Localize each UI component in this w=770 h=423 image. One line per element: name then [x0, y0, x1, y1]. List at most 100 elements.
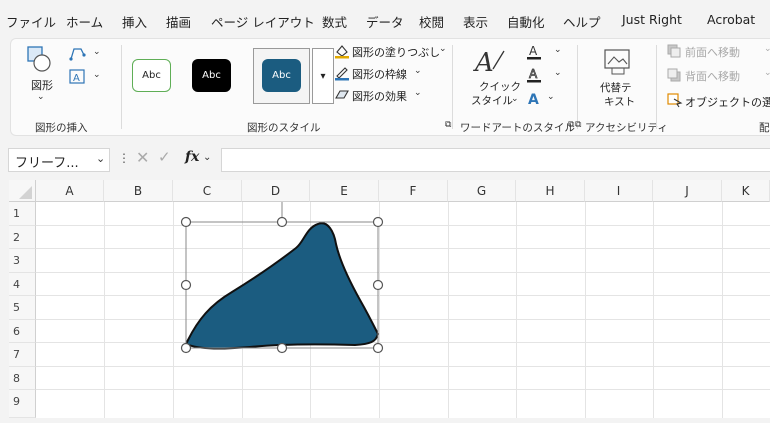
insert-function-button[interactable]: fx — [185, 149, 199, 165]
alt-text-label-2[interactable]: キスト — [604, 94, 635, 109]
column-header-k[interactable]: K — [722, 180, 770, 202]
column-header-f[interactable]: F — [379, 180, 448, 202]
chevron-down-icon[interactable]: ⌄ — [764, 68, 770, 78]
quick-styles-icon[interactable]: A — [473, 45, 507, 75]
chevron-down-icon[interactable]: ⌄ — [547, 92, 555, 102]
formula-input[interactable] — [221, 148, 770, 172]
name-box[interactable]: フリーフ... — [8, 148, 110, 172]
resize-handle-top-right[interactable] — [372, 216, 384, 228]
column-header-a[interactable]: A — [36, 180, 104, 202]
column-header-g[interactable]: G — [448, 180, 516, 202]
quick-styles-label-2[interactable]: スタイル — [471, 93, 513, 108]
text-outline-icon[interactable]: A — [526, 66, 542, 84]
shape-styles-group-label: 図形のスタイル — [247, 122, 321, 134]
dialog-launcher-icon[interactable]: ⧉ — [575, 120, 581, 130]
enter-icon[interactable]: ✓ — [158, 148, 171, 166]
column-header-e[interactable]: E — [310, 180, 379, 202]
cancel-icon[interactable]: ✕ — [136, 148, 149, 167]
tab-home[interactable]: ホーム — [66, 12, 103, 31]
text-effects-icon[interactable]: A — [526, 90, 542, 106]
shapes-icon[interactable] — [27, 46, 53, 74]
tab-just-right[interactable]: Just Right — [622, 12, 682, 27]
column-header-j[interactable]: J — [653, 180, 722, 202]
chevron-down-icon[interactable]: ⌄ — [96, 152, 105, 165]
shape-fill-button[interactable]: 図形の塗りつぶし — [352, 44, 440, 60]
paint-bucket-icon[interactable] — [334, 43, 350, 59]
row-header-9[interactable]: 9 — [9, 390, 36, 418]
bring-forward-icon — [667, 44, 681, 58]
shape-style-swatch-blue[interactable]: Abc — [262, 59, 301, 92]
resize-handle-middle-right[interactable] — [372, 279, 384, 291]
tab-draw[interactable]: 描画 — [166, 12, 191, 31]
shape-style-swatch-black[interactable]: Abc — [192, 59, 231, 92]
column-header-d[interactable]: D — [242, 180, 310, 202]
resize-handle-top-left[interactable] — [180, 216, 192, 228]
shape-style-swatch-white[interactable]: Abc — [132, 59, 171, 92]
send-backward-button[interactable]: 背面へ移動 — [685, 68, 740, 84]
gridline — [379, 202, 380, 418]
tab-insert[interactable]: 挿入 — [122, 12, 147, 31]
tab-data[interactable]: データ — [366, 12, 404, 31]
pen-outline-icon[interactable] — [334, 65, 350, 81]
gridline — [448, 202, 449, 418]
chevron-down-icon[interactable]: ⌄ — [37, 92, 45, 102]
bring-forward-button[interactable]: 前面へ移動 — [685, 44, 740, 60]
quick-styles-label-1[interactable]: クイック — [479, 79, 521, 94]
style-gallery-more-button[interactable]: ▾ — [312, 48, 334, 104]
formula-bar: フリーフ... ⌄ ⋮ ✕ ✓ fx ⌄ — [0, 140, 770, 178]
column-header-h[interactable]: H — [516, 180, 585, 202]
chevron-down-icon[interactable]: ⌄ — [414, 66, 422, 76]
column-header-i[interactable]: I — [585, 180, 653, 202]
edit-shape-icon[interactable] — [68, 46, 88, 62]
chevron-down-icon[interactable]: ⌄ — [511, 94, 519, 104]
tab-acrobat[interactable]: Acrobat — [707, 12, 755, 27]
resize-handle-bottom-right[interactable] — [372, 342, 384, 354]
tab-automate[interactable]: 自動化 — [507, 12, 545, 31]
chevron-down-icon[interactable]: ⌄ — [203, 152, 211, 163]
tab-review[interactable]: 校閲 — [419, 12, 444, 31]
chevron-down-icon[interactable]: ⌄ — [764, 44, 770, 54]
dialog-launcher-icon[interactable]: ⧉ — [445, 120, 451, 130]
row-header-5[interactable]: 5 — [9, 296, 36, 320]
tab-page-layout[interactable]: ページ レイアウト — [211, 12, 315, 31]
resize-handle-top-center[interactable] — [276, 216, 288, 228]
alt-text-label-1[interactable]: 代替テ — [600, 80, 632, 95]
row-header-8[interactable]: 8 — [9, 367, 36, 390]
row-header-6[interactable]: 6 — [9, 320, 36, 343]
shapes-button-label[interactable]: 図形 — [31, 77, 53, 93]
chevron-down-icon[interactable]: ⌄ — [439, 44, 447, 54]
resize-handle-bottom-left[interactable] — [180, 342, 192, 354]
text-box-icon[interactable]: A — [68, 69, 88, 85]
row-header-7[interactable]: 7 — [9, 343, 36, 367]
resize-handle-bottom-center[interactable] — [276, 342, 288, 354]
column-header-b[interactable]: B — [104, 180, 173, 202]
chevron-down-icon[interactable]: ⌄ — [93, 47, 101, 57]
alt-text-icon[interactable] — [603, 46, 631, 76]
row-header-3[interactable]: 3 — [9, 249, 36, 273]
spreadsheet-grid[interactable]: A B C D E F G H I J K 1 2 3 4 5 6 7 8 9 — [9, 180, 770, 418]
chevron-down-icon[interactable]: ⌄ — [554, 68, 562, 78]
column-header-c[interactable]: C — [173, 180, 242, 202]
send-backward-icon — [667, 68, 681, 82]
dialog-launcher-icon[interactable]: ⧉ — [568, 120, 574, 130]
resize-handle-middle-left[interactable] — [180, 279, 192, 291]
chevron-down-icon[interactable]: ⌄ — [93, 70, 101, 80]
more-options-icon[interactable]: ⋮ — [118, 151, 130, 165]
window-bottom-edge — [0, 418, 770, 423]
row-header-4[interactable]: 4 — [9, 273, 36, 296]
shape-outline-button[interactable]: 図形の枠線 — [352, 66, 407, 82]
select-all-corner[interactable] — [9, 180, 36, 202]
selection-pane-button[interactable]: オブジェクトの選択 — [685, 94, 770, 110]
tab-formulas[interactable]: 数式 — [322, 12, 347, 31]
chevron-down-icon[interactable]: ⌄ — [414, 88, 422, 98]
gridline — [104, 202, 105, 418]
chevron-down-icon[interactable]: ⌄ — [554, 45, 562, 55]
text-fill-icon[interactable]: A — [526, 43, 542, 61]
shape-effects-button[interactable]: 図形の効果 — [352, 88, 407, 104]
row-header-2[interactable]: 2 — [9, 226, 36, 249]
tab-help[interactable]: ヘルプ — [563, 12, 601, 31]
tab-file[interactable]: ファイル — [6, 12, 56, 31]
tab-view[interactable]: 表示 — [463, 12, 488, 31]
row-header-1[interactable]: 1 — [9, 202, 36, 226]
shape-effects-icon[interactable] — [334, 87, 350, 103]
